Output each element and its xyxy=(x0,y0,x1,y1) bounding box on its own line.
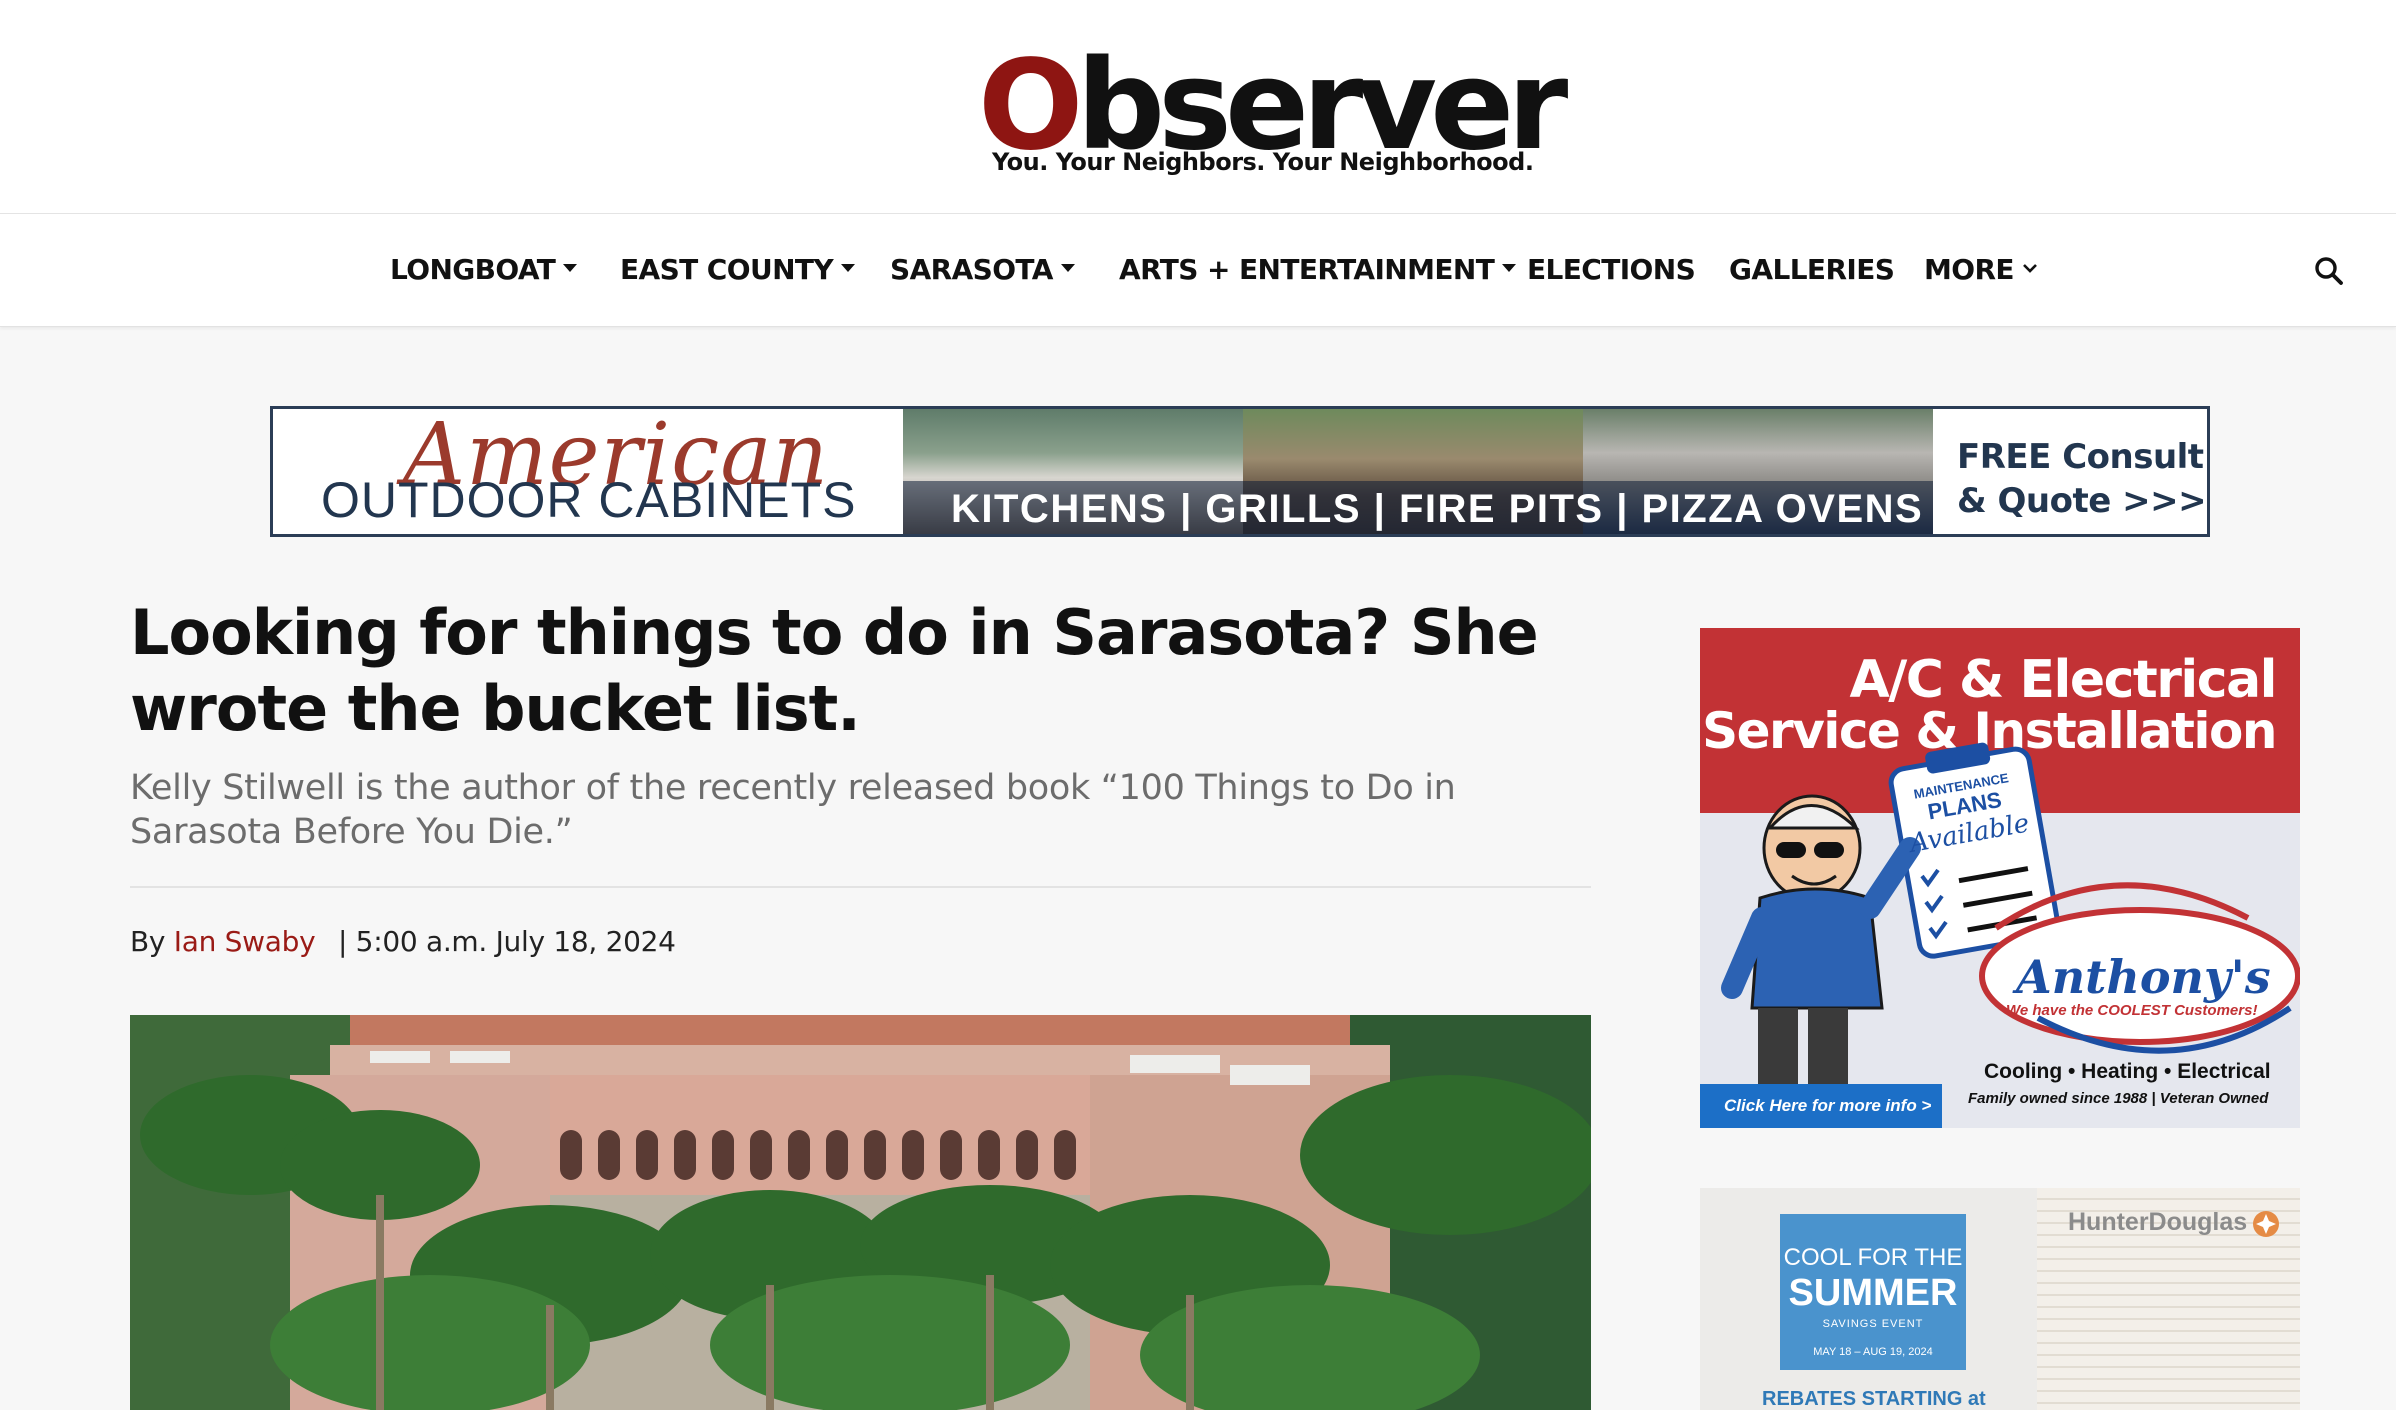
ad-since: Family owned since 1988 | Veteran Owned xyxy=(1968,1090,2269,1107)
more-info-button[interactable]: Click Here for more info > xyxy=(1700,1084,1942,1128)
promo-line-2: SUMMER xyxy=(1788,1272,1958,1314)
ringling-museum-photo xyxy=(130,1015,1591,1410)
nav-item-galleries[interactable]: GALLERIES xyxy=(1729,252,1895,288)
banner-brand-panel: American OUTDOOR CABINETS xyxy=(273,409,903,534)
nav-label: MORE xyxy=(1924,253,2015,286)
banner-photo-strip: KITCHENS | GRILLS | FIRE PITS | PIZZA OV… xyxy=(903,409,1933,534)
sidebar-ad-hunterdouglas[interactable]: COOL FOR THE SUMMER SAVINGS EVENT MAY 18… xyxy=(1700,1188,2300,1410)
nav-item-arts-entertainment[interactable]: ARTS + ENTERTAINMENT xyxy=(1119,252,1517,288)
caret-down-icon xyxy=(1502,264,1517,272)
anthonys-tagline: We have the COOLEST Customers! xyxy=(2006,1002,2258,1019)
rebate-text: REBATES STARTING at xyxy=(1762,1388,1986,1410)
nav-item-elections[interactable]: ELECTIONS xyxy=(1527,252,1696,288)
nav-label: GALLERIES xyxy=(1729,253,1895,286)
logo-tagline: You. Your Neighbors. Your Neighborhood. xyxy=(992,148,1534,176)
anthonys-brand: Anthony's xyxy=(2016,950,2271,1004)
observer-logo[interactable]: Observer You. Your Neighbors. Your Neigh… xyxy=(978,44,1568,184)
ad-illustration xyxy=(1721,742,2300,1084)
nav-label: EAST COUNTY xyxy=(620,253,834,286)
caret-down-icon xyxy=(841,264,856,272)
promo-box: COOL FOR THE SUMMER SAVINGS EVENT MAY 18… xyxy=(1780,1214,1966,1370)
promo-line-3: SAVINGS EVENT xyxy=(1822,1318,1924,1330)
nav-item-sarasota[interactable]: SARASOTA xyxy=(890,252,1075,288)
search-icon[interactable] xyxy=(2312,254,2346,288)
nav-label: LONGBOAT xyxy=(390,253,556,286)
sidebar-ad-anthonys[interactable]: A/C & Electrical Service & Installation … xyxy=(1700,628,2300,1128)
nav-item-longboat[interactable]: LONGBOAT xyxy=(390,252,578,288)
cta-line-1: FREE Consult xyxy=(1957,437,2204,477)
main-nav: LONGBOAT EAST COUNTY SARASOTA ARTS + ENT… xyxy=(0,214,2396,327)
article-subhead: Kelly Stilwell is the author of the rece… xyxy=(130,768,1456,852)
divider xyxy=(130,886,1591,888)
cta-line-2: & Quote >>> xyxy=(1957,481,2207,521)
nav-item-east-county[interactable]: EAST COUNTY xyxy=(620,252,856,288)
nav-label: SARASOTA xyxy=(890,253,1053,286)
hunterdouglas-mark-icon xyxy=(2253,1211,2279,1237)
article-headline: Looking for things to do in Sarasota? Sh… xyxy=(130,596,1539,745)
caret-down-icon xyxy=(1060,264,1075,272)
byline: By Ian Swaby | 5:00 a.m. July 18, 2024 xyxy=(130,922,680,962)
chevron-down-icon xyxy=(2023,264,2037,273)
masthead: Observer You. Your Neighbors. Your Neigh… xyxy=(0,0,2396,214)
banner-cta[interactable]: FREE Consult & Quote >>> xyxy=(1933,409,2207,534)
caret-down-icon xyxy=(563,264,578,272)
promo-dates: MAY 18 – AUG 19, 2024 xyxy=(1813,1346,1933,1358)
hunterdouglas-logo: HunterDouglas xyxy=(2068,1208,2248,1236)
nav-item-more[interactable]: MORE xyxy=(1924,252,2038,288)
banner-ad[interactable]: American OUTDOOR CABINETS KITCHENS | GRI… xyxy=(270,406,2210,537)
banner-brand-name: OUTDOOR CABINETS xyxy=(321,472,857,528)
byline-by: By xyxy=(130,925,166,958)
banner-products: KITCHENS | GRILLS | FIRE PITS | PIZZA OV… xyxy=(951,487,1924,531)
hero-image xyxy=(130,1015,1591,1410)
ad-services: Cooling • Heating • Electrical xyxy=(1984,1060,2271,1083)
author-link[interactable]: Ian Swaby xyxy=(174,925,316,958)
nav-label: ELECTIONS xyxy=(1527,253,1696,286)
publish-date: | 5:00 a.m. July 18, 2024 xyxy=(337,925,676,958)
promo-line-1: COOL FOR THE xyxy=(1783,1244,1963,1271)
nav-label: ARTS + ENTERTAINMENT xyxy=(1119,253,1495,286)
